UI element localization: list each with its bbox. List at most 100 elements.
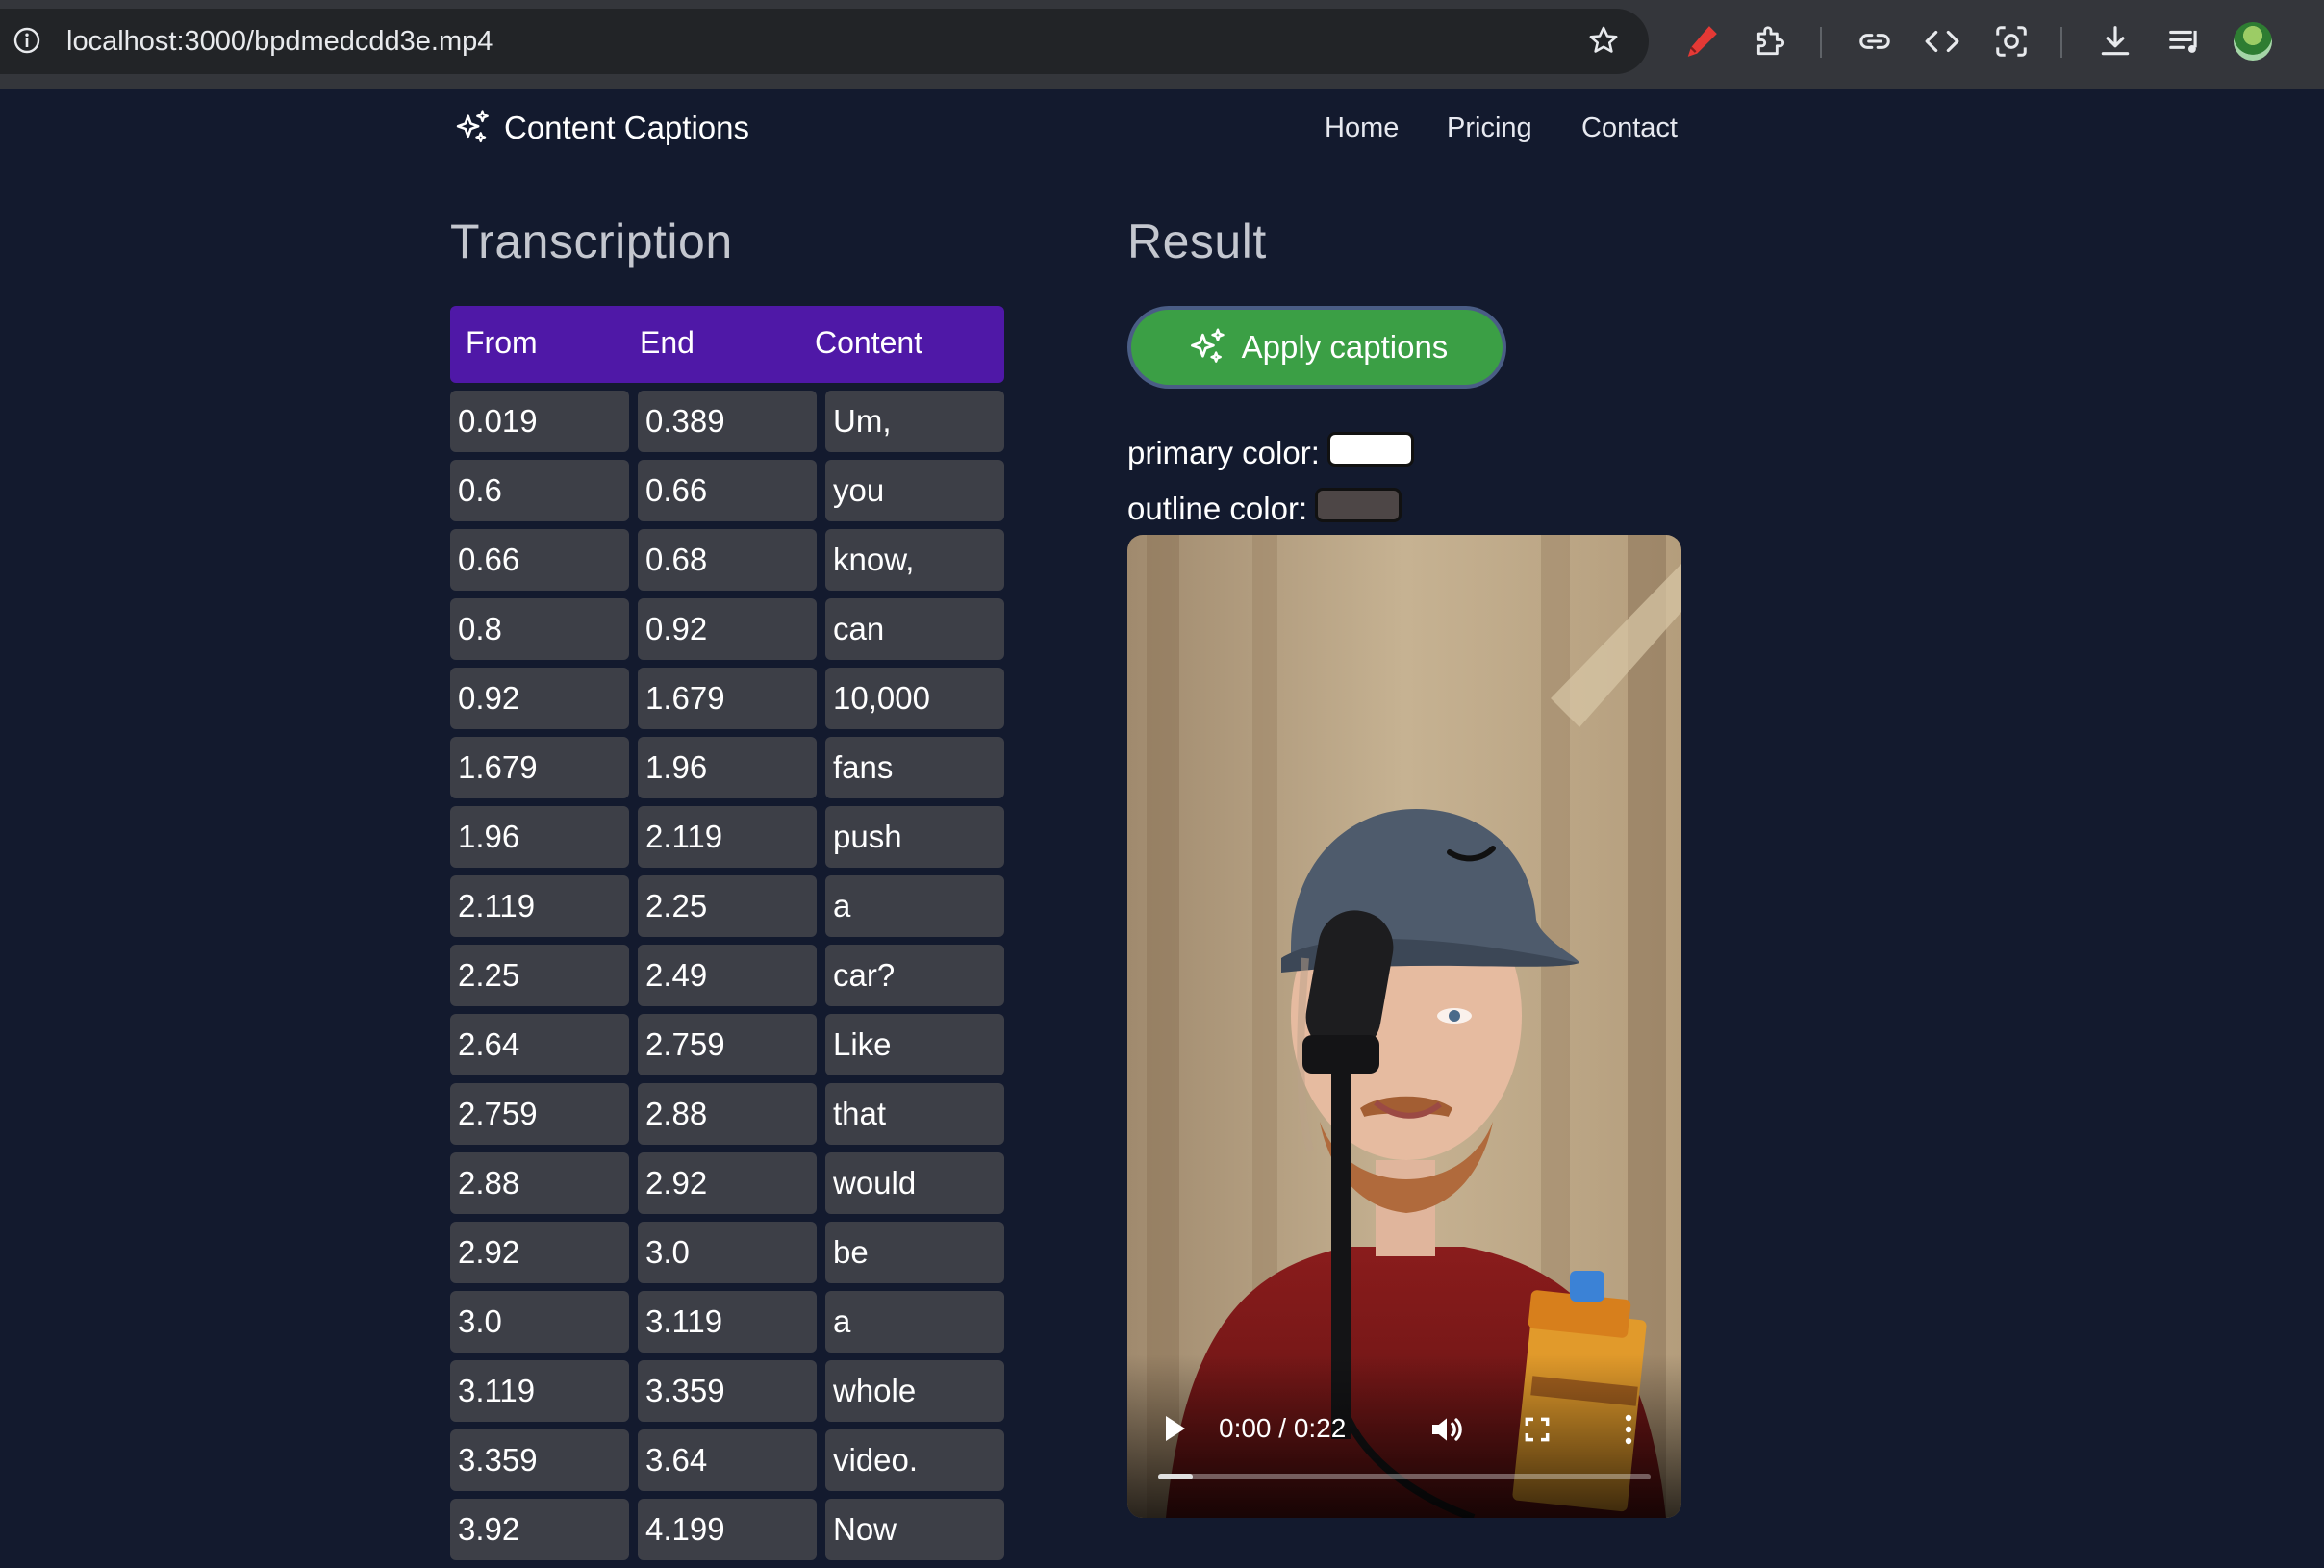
table-row: 2.88 2.92 would — [450, 1152, 1004, 1214]
content-cell[interactable]: Um, — [825, 391, 1004, 452]
from-cell[interactable]: 0.6 — [450, 460, 629, 521]
column-header-end: End — [640, 325, 695, 360]
primary-color-label: primary color: — [1127, 435, 1320, 470]
content-cell[interactable]: that — [825, 1083, 1004, 1145]
end-cell[interactable]: 2.25 — [638, 875, 817, 937]
content-cell[interactable]: Like — [825, 1014, 1004, 1075]
from-cell[interactable]: 3.0 — [450, 1291, 629, 1353]
end-cell[interactable]: 2.759 — [638, 1014, 817, 1075]
video-player[interactable]: 0:00 / 0:22 — [1127, 535, 1681, 1518]
video-time: 0:00 / 0:22 — [1219, 1413, 1347, 1443]
end-cell[interactable]: 2.119 — [638, 806, 817, 868]
end-cell[interactable]: 3.119 — [638, 1291, 817, 1353]
url-text[interactable]: localhost:3000/bpdmedcdd3e.mp4 — [66, 26, 493, 58]
table-row: 3.92 4.199 Now — [450, 1499, 1004, 1560]
outline-color-row: outline color: — [1127, 488, 1402, 527]
apply-captions-label: Apply captions — [1241, 329, 1449, 365]
download-icon[interactable] — [2097, 23, 2134, 60]
from-cell[interactable]: 0.8 — [450, 598, 629, 660]
from-cell[interactable]: 1.96 — [450, 806, 629, 868]
volume-icon[interactable] — [1427, 1410, 1466, 1449]
screenshot-icon[interactable] — [1993, 23, 2030, 60]
primary-color-row: primary color: — [1127, 432, 1414, 471]
nav-contact[interactable]: Contact — [1581, 113, 1678, 144]
column-header-content: Content — [815, 325, 923, 360]
apply-captions-button[interactable]: Apply captions — [1127, 306, 1506, 389]
pen-extension-icon[interactable] — [1683, 23, 1720, 60]
nav-home[interactable]: Home — [1325, 113, 1399, 144]
outline-color-picker[interactable] — [1315, 488, 1402, 522]
table-row: 0.6 0.66 you — [450, 460, 1004, 521]
end-cell[interactable]: 0.68 — [638, 529, 817, 591]
column-header-from: From — [466, 325, 538, 360]
video-progress-fill — [1158, 1474, 1193, 1479]
from-cell[interactable]: 0.66 — [450, 529, 629, 591]
table-row: 0.66 0.68 know, — [450, 529, 1004, 591]
bookmark-star-icon[interactable] — [1587, 24, 1620, 57]
profile-avatar[interactable] — [2234, 22, 2272, 61]
end-cell[interactable]: 3.0 — [638, 1222, 817, 1283]
address-bar[interactable]: localhost:3000/bpdmedcdd3e.mp4 — [0, 9, 1649, 74]
nav-pricing[interactable]: Pricing — [1447, 113, 1532, 144]
primary-color-picker[interactable] — [1326, 432, 1414, 467]
table-row: 2.92 3.0 be — [450, 1222, 1004, 1283]
from-cell[interactable]: 3.92 — [450, 1499, 629, 1560]
from-cell[interactable]: 2.119 — [450, 875, 629, 937]
extensions-puzzle-icon[interactable] — [1753, 23, 1789, 60]
content-cell[interactable]: whole — [825, 1360, 1004, 1422]
from-cell[interactable]: 3.119 — [450, 1360, 629, 1422]
end-cell[interactable]: 2.49 — [638, 945, 817, 1006]
from-cell[interactable]: 2.88 — [450, 1152, 629, 1214]
content-cell[interactable]: you — [825, 460, 1004, 521]
end-cell[interactable]: 4.199 — [638, 1499, 817, 1560]
play-icon[interactable] — [1160, 1412, 1189, 1445]
content-cell[interactable]: car? — [825, 945, 1004, 1006]
from-cell[interactable]: 1.679 — [450, 737, 629, 798]
code-icon[interactable] — [1924, 23, 1960, 60]
end-cell[interactable]: 0.92 — [638, 598, 817, 660]
toolbar-divider — [1820, 27, 1822, 58]
table-row: 3.0 3.119 a — [450, 1291, 1004, 1353]
from-cell[interactable]: 0.92 — [450, 668, 629, 729]
from-cell[interactable]: 0.019 — [450, 391, 629, 452]
content-cell[interactable]: can — [825, 598, 1004, 660]
table-row: 1.96 2.119 push — [450, 806, 1004, 868]
content-cell[interactable]: video. — [825, 1429, 1004, 1491]
content-cell[interactable]: 10,000 — [825, 668, 1004, 729]
video-progress-bar[interactable] — [1158, 1474, 1651, 1479]
content-cell[interactable]: would — [825, 1152, 1004, 1214]
link-icon[interactable] — [1857, 23, 1893, 60]
toolbar-divider — [2060, 27, 2062, 58]
media-queue-icon[interactable] — [2166, 23, 2203, 60]
from-cell[interactable]: 3.359 — [450, 1429, 629, 1491]
more-options-icon[interactable] — [1623, 1412, 1634, 1447]
table-row: 3.119 3.359 whole — [450, 1360, 1004, 1422]
end-cell[interactable]: 2.88 — [638, 1083, 817, 1145]
end-cell[interactable]: 3.64 — [638, 1429, 817, 1491]
content-cell[interactable]: a — [825, 1291, 1004, 1353]
browser-toolbar: localhost:3000/bpdmedcdd3e.mp4 — [0, 0, 2324, 89]
from-cell[interactable]: 2.92 — [450, 1222, 629, 1283]
end-cell[interactable]: 0.389 — [638, 391, 817, 452]
end-cell[interactable]: 3.359 — [638, 1360, 817, 1422]
brand-logo[interactable]: Content Captions — [452, 108, 749, 148]
content-cell[interactable]: push — [825, 806, 1004, 868]
end-cell[interactable]: 1.96 — [638, 737, 817, 798]
from-cell[interactable]: 2.64 — [450, 1014, 629, 1075]
content-cell[interactable]: a — [825, 875, 1004, 937]
content-cell[interactable]: Now — [825, 1499, 1004, 1560]
site-info-icon[interactable] — [13, 27, 40, 54]
result-title: Result — [1127, 215, 1267, 268]
brand-name: Content Captions — [504, 110, 749, 145]
content-cell[interactable]: know, — [825, 529, 1004, 591]
from-cell[interactable]: 2.759 — [450, 1083, 629, 1145]
content-cell[interactable]: fans — [825, 737, 1004, 798]
fullscreen-icon[interactable] — [1522, 1414, 1553, 1445]
end-cell[interactable]: 0.66 — [638, 460, 817, 521]
end-cell[interactable]: 1.679 — [638, 668, 817, 729]
table-row: 0.019 0.389 Um, — [450, 391, 1004, 452]
content-cell[interactable]: be — [825, 1222, 1004, 1283]
transcription-table-header: From End Content — [450, 306, 1004, 383]
from-cell[interactable]: 2.25 — [450, 945, 629, 1006]
end-cell[interactable]: 2.92 — [638, 1152, 817, 1214]
